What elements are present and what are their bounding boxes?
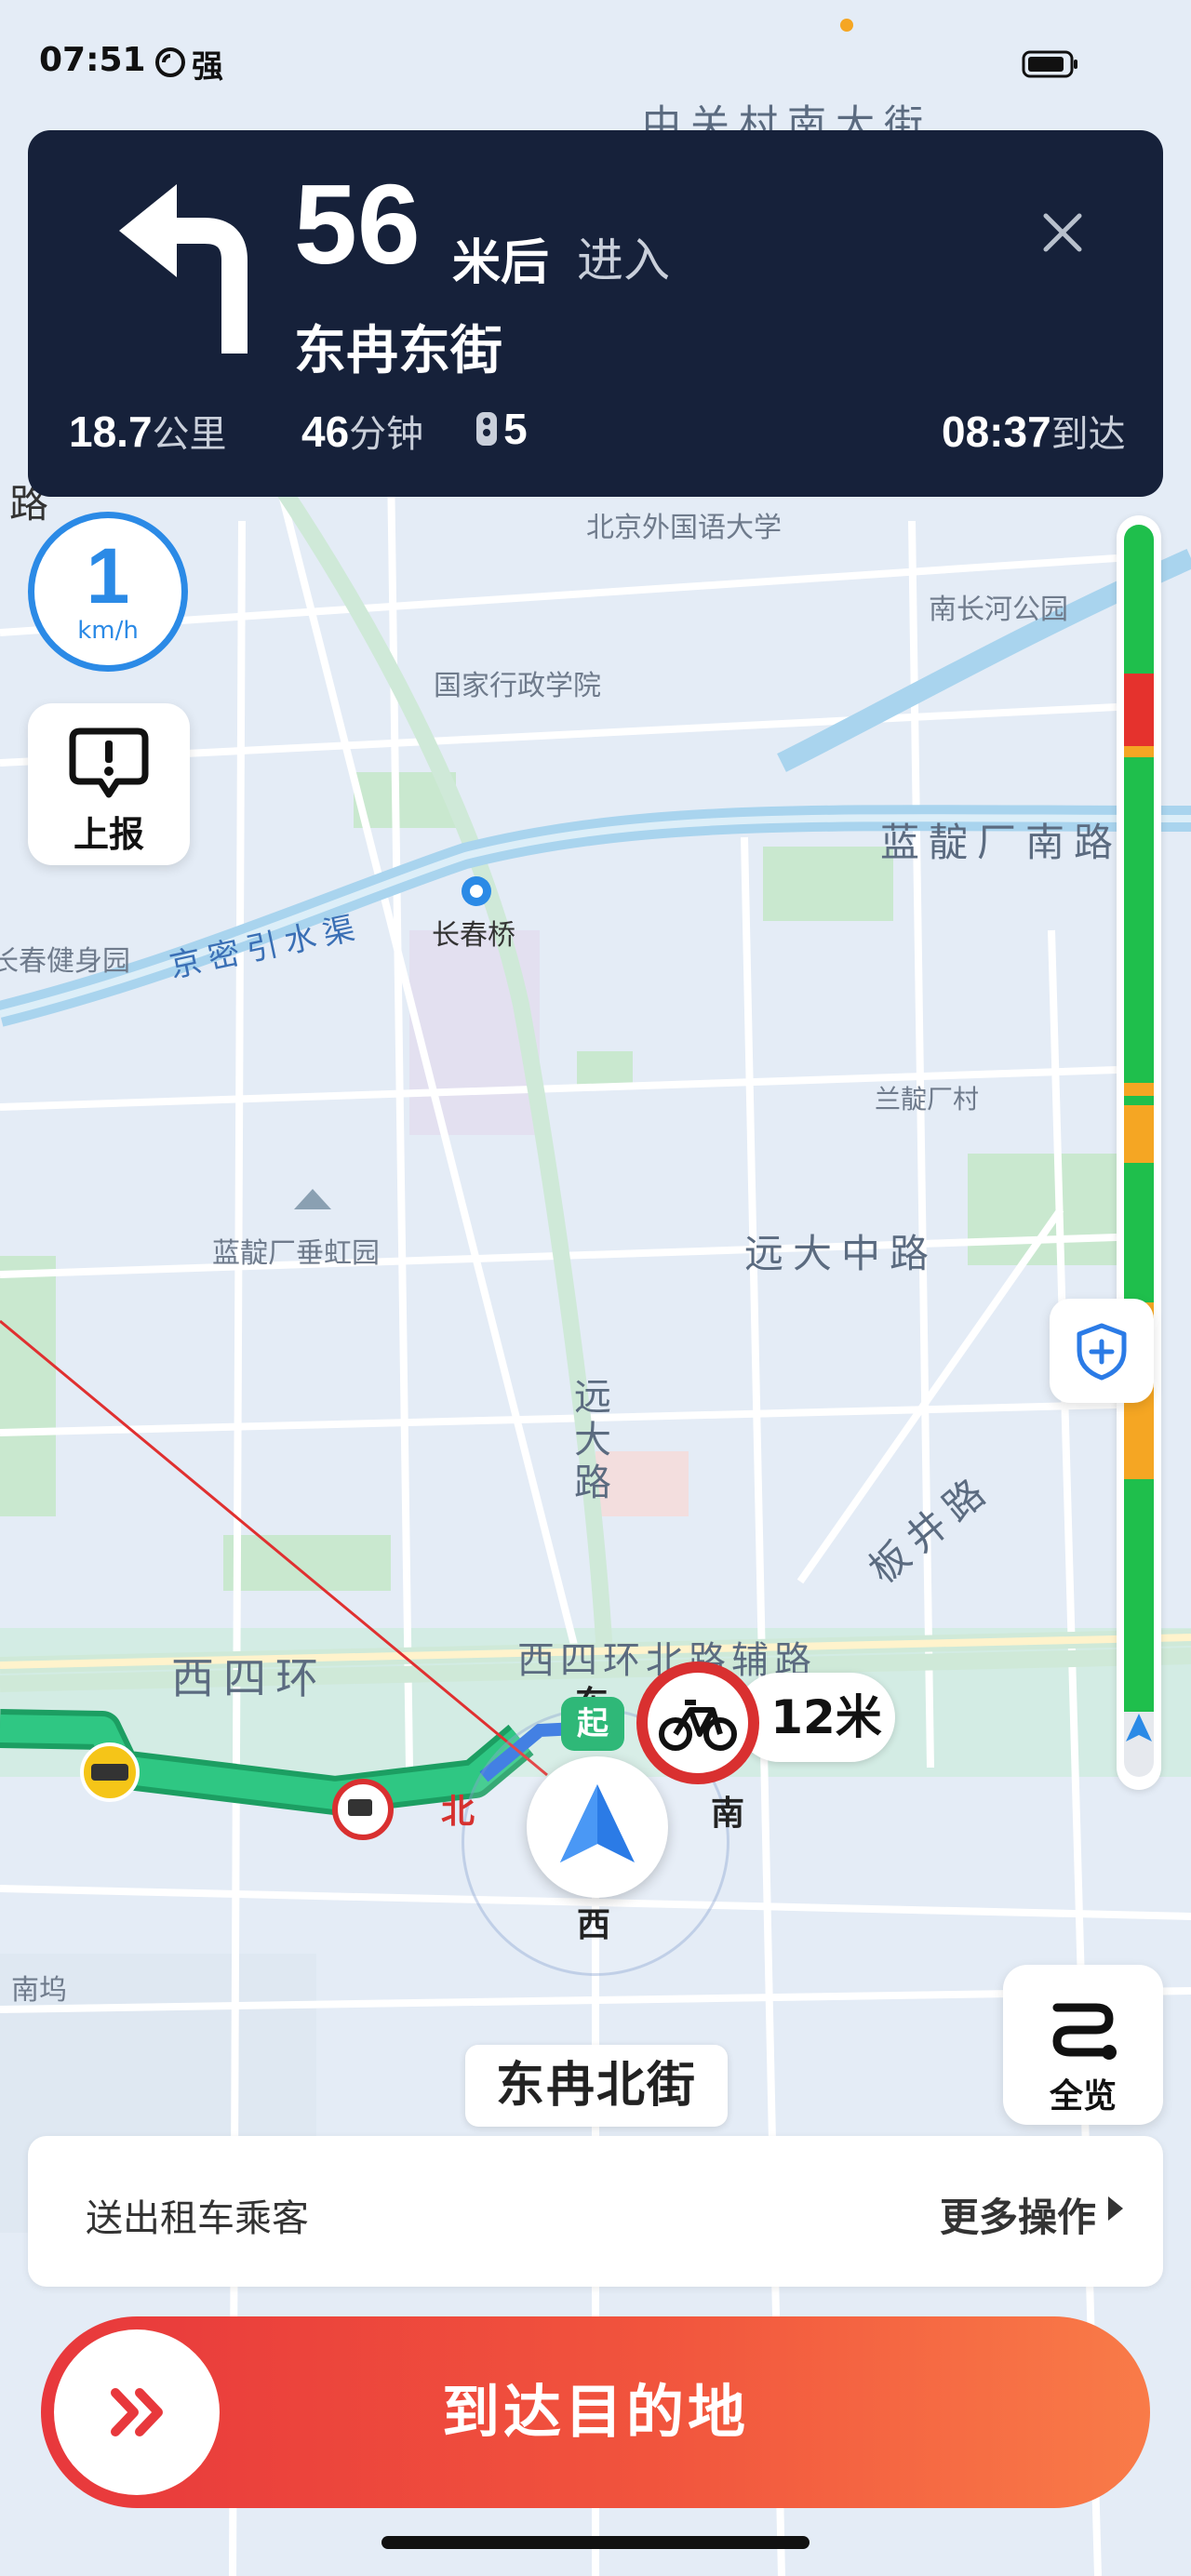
shield-icon	[1077, 1323, 1127, 1381]
traffic-segment-green	[1124, 1479, 1154, 1712]
map-label-landianchang-south: 蓝靛厂南路	[880, 820, 1123, 865]
map-label-yuanda-zhong: 远大中路	[744, 1231, 939, 1276]
traffic-segment-orange	[1124, 1105, 1154, 1163]
traffic-segment-green	[1124, 757, 1154, 1083]
double-chevron-right-icon	[111, 2388, 163, 2436]
arrive-destination-button[interactable]: 到达目的地	[41, 2316, 1150, 2508]
compass-north-label: 北	[441, 1793, 475, 1831]
traffic-progress-bar	[1117, 515, 1161, 1790]
map-label-chuihong: 蓝靛厂垂虹园	[212, 1237, 380, 1270]
map-label-yuanda: 远大路	[568, 1377, 610, 1505]
map-label-bfsu: 北京外国语大学	[586, 512, 782, 544]
turn-action: 进入	[577, 234, 670, 287]
order-status-label: 送出租车乘客	[86, 2197, 309, 2240]
arrival-time-label: 到达	[1050, 413, 1126, 456]
slide-handle[interactable]	[54, 2329, 220, 2495]
arrival-time-value: 08:37	[942, 407, 1051, 456]
no-bicycle-sign	[636, 1662, 759, 1784]
turn-left-arrow-icon	[119, 184, 248, 354]
safety-shield-button[interactable]	[1050, 1299, 1154, 1403]
current-position-icon	[1126, 1714, 1152, 1742]
compass-south-label: 南	[711, 1795, 745, 1833]
speed-unit: km/h	[77, 617, 139, 645]
remaining-distance: 18.7公里	[69, 404, 227, 458]
map-label-nanchanghe: 南长河公园	[929, 594, 1068, 626]
map-label-landianchang-village: 兰靛厂村	[875, 1084, 980, 1114]
order-action-bar: 送出租车乘客 更多操作	[28, 2136, 1163, 2287]
navigation-arrow-icon	[560, 1784, 635, 1862]
map-label-xisihuan: 西四环	[171, 1653, 328, 1703]
gps-signal-icon	[155, 47, 185, 77]
caret-right-icon[interactable]	[1105, 2194, 1126, 2223]
bicycle-icon	[659, 1700, 737, 1751]
gps-signal-strength: 强	[192, 48, 223, 86]
battery-icon	[1022, 50, 1077, 78]
remaining-time-unit: 分钟	[349, 413, 424, 456]
map-label-changchun-gym: 长春健身园	[0, 945, 130, 978]
current-speed: 1 km/h	[28, 512, 188, 672]
traffic-segment-orange	[1124, 746, 1154, 757]
next-road-name: 东冉东街	[294, 321, 502, 381]
map-label-nanwu: 南坞	[11, 1974, 67, 2007]
remaining-distance-value: 18.7	[69, 407, 153, 456]
report-button[interactable]: 上报	[28, 703, 190, 865]
more-actions-button[interactable]: 更多操作	[940, 2186, 1096, 2243]
map-label-naea: 国家行政学院	[434, 670, 601, 702]
traffic-light-count-value: 5	[503, 405, 528, 453]
navigation-guidance-card: 56 米后 进入 东冉东街 18.7公里 46分钟 5 08:37到达	[28, 130, 1163, 497]
remaining-distance-unit: 公里	[152, 413, 227, 456]
home-indicator[interactable]	[381, 2536, 810, 2549]
remaining-time: 46分钟	[301, 404, 423, 458]
compass-west-label: 西	[577, 1906, 611, 1944]
remaining-time-value: 46	[301, 407, 350, 456]
traffic-segment-green	[1124, 1163, 1154, 1302]
traffic-light-icon	[476, 412, 497, 446]
route-overview-icon	[1052, 2003, 1117, 2060]
report-label: 上报	[73, 814, 144, 855]
overview-label: 全览	[1049, 2077, 1117, 2116]
traffic-segment-red	[1124, 674, 1154, 746]
map-label-changchunqiao: 长春桥	[432, 919, 515, 952]
traffic-segment-orange	[1124, 1083, 1154, 1096]
status-time: 07:51	[39, 41, 146, 79]
report-icon	[69, 727, 149, 798]
overview-button[interactable]: 全览	[1003, 1965, 1163, 2125]
arrival-time: 08:37到达	[942, 404, 1126, 458]
turn-distance: 56	[294, 161, 421, 287]
turn-distance-unit: 米后	[452, 235, 550, 291]
traffic-segment-green	[1124, 525, 1154, 674]
start-marker: 起	[561, 1697, 624, 1751]
status-bar: 07:51 强	[0, 0, 1191, 121]
traffic-segment-green	[1124, 1096, 1154, 1105]
current-road-name: 东冉北街	[465, 2045, 728, 2127]
vehicle-position	[527, 1756, 668, 1898]
close-icon[interactable]	[1035, 205, 1091, 260]
traffic-light-count: 5	[475, 404, 528, 454]
privacy-indicator-dot	[840, 19, 853, 32]
trip-stats: 18.7公里 46分钟 5 08:37到达	[69, 404, 1148, 460]
speed-value: 1	[86, 532, 130, 620]
